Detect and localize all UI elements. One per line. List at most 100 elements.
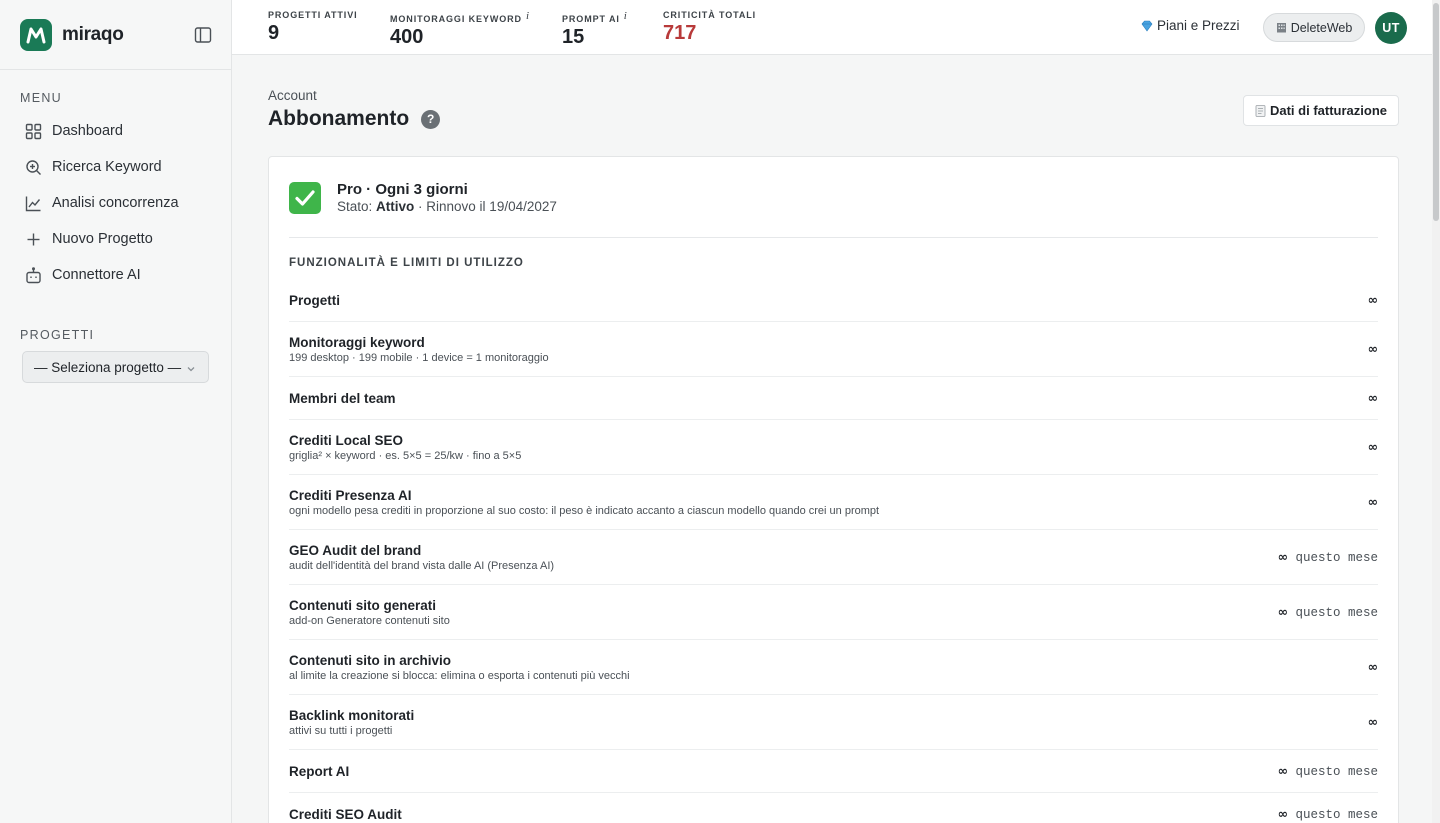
stat-prompt-ai: PROMPT AI i 15 xyxy=(562,10,628,49)
feature-name: Crediti SEO Audit xyxy=(289,806,402,822)
feature-row: Backlink monitorati attivi su tutti i pro… xyxy=(289,695,1378,750)
feature-value: ∞ questo mese xyxy=(1277,549,1378,565)
sidebar-item-label: Analisi concorrenza xyxy=(52,195,179,211)
check-mark-icon xyxy=(289,181,321,214)
plan-name: Pro · Ogni 3 giorni xyxy=(337,181,468,198)
feature-value: ∞ xyxy=(1367,292,1378,307)
feature-description: 199 desktop · 199 mobile · 1 device = 1 … xyxy=(289,351,549,364)
project-select-value: — Seleziona progetto — xyxy=(34,359,182,375)
chevron-down-icon xyxy=(186,362,196,377)
feature-value: ∞ xyxy=(1367,390,1378,405)
building-icon xyxy=(1276,22,1287,33)
feature-description: ogni modello pesa crediti in proporzione… xyxy=(289,504,880,517)
avatar[interactable]: UT xyxy=(1375,12,1407,44)
features-list: Progetti ∞ Monitoraggi keyword 199 deskto… xyxy=(289,279,1378,823)
sidebar-item-label: Dashboard xyxy=(52,123,123,139)
projects-section-label: PROGETTI xyxy=(20,328,95,342)
feature-row: Membri del team ∞ xyxy=(289,377,1378,420)
help-icon[interactable]: ? xyxy=(421,109,441,129)
features-title: FUNZIONALITÀ E LIMITI DI UTILIZZO xyxy=(289,257,524,269)
plan-summary: Pro · Ogni 3 giorni Stato: Attivo · Rinn… xyxy=(289,181,557,214)
plan-status-value: Attivo xyxy=(376,199,415,214)
page-title-text: Abbonamento xyxy=(268,107,410,130)
feature-row: Report AI ∞ questo mese xyxy=(289,750,1378,793)
sidebar-item-label: Connettore AI xyxy=(52,267,141,283)
project-select[interactable]: — Seleziona progetto — xyxy=(22,351,209,383)
feature-row: Contenuti sito in archivio al limite la c… xyxy=(289,640,1378,695)
stat-value: 15 xyxy=(562,26,585,48)
billing-data-button[interactable]: Dati di fatturazione xyxy=(1243,95,1399,126)
plan-text: Pro · Ogni 3 giorni Stato: Attivo · Rinn… xyxy=(337,181,557,214)
stat-label: PROMPT AI i xyxy=(562,10,628,24)
feature-name: Contenuti sito generati xyxy=(289,597,437,613)
grid-icon xyxy=(24,122,42,140)
receipt-icon xyxy=(1255,104,1266,117)
info-icon[interactable]: i xyxy=(526,10,530,22)
feature-value: ∞ xyxy=(1367,659,1378,674)
feature-value: ∞ xyxy=(1367,439,1378,454)
feature-name: Crediti Presenza AI xyxy=(289,487,412,503)
stat-label: PROGETTI ATTIVI xyxy=(268,10,358,20)
sidebar-item-label: Nuovo Progetto xyxy=(52,231,153,247)
robot-icon xyxy=(24,266,42,284)
feature-name: Backlink monitorati xyxy=(289,707,415,723)
feature-name: Monitoraggi keyword xyxy=(289,334,425,350)
plus-icon xyxy=(24,230,42,248)
plan-status: Stato: Attivo · Rinnovo il 19/04/2027 xyxy=(337,199,557,214)
logo-icon[interactable] xyxy=(20,18,52,51)
sidebar-item-label: Ricerca Keyword xyxy=(52,159,162,175)
info-icon[interactable]: i xyxy=(624,10,628,22)
main-content: Account Abbonamento ? Dati di fatturazio… xyxy=(232,56,1440,823)
feature-row: Crediti Local SEO griglia² × keyword · es… xyxy=(289,420,1378,475)
scrollbar-thumb[interactable] xyxy=(1433,3,1439,221)
sidebar-toggle-icon[interactable] xyxy=(194,26,212,44)
feature-description: attivi su tutti i progetti xyxy=(289,724,393,737)
feature-row: Crediti SEO Audit ∞ questo mese xyxy=(289,793,1378,823)
stat-value: 9 xyxy=(268,22,280,44)
stat-label: MONITORAGGI KEYWORD i xyxy=(390,10,530,24)
feature-row: Progetti ∞ xyxy=(289,279,1378,322)
feature-description: add-on Generatore contenuti sito xyxy=(289,614,450,627)
sidebar-item-nuovo-progetto[interactable]: Nuovo Progetto xyxy=(0,221,231,257)
feature-value: ∞ xyxy=(1367,341,1378,356)
feature-value: ∞ questo mese xyxy=(1277,806,1378,822)
pricing-link[interactable]: Piani e Prezzi xyxy=(1141,18,1240,33)
feature-description: audit dell'identità del brand vista dall… xyxy=(289,559,555,572)
feature-row: Monitoraggi keyword 199 desktop · 199 mob… xyxy=(289,322,1378,377)
subscription-card: Pro · Ogni 3 giorni Stato: Attivo · Rinn… xyxy=(268,156,1399,823)
stat-value: 717 xyxy=(663,22,697,44)
divider xyxy=(289,237,1378,238)
top-bar: PROGETTI ATTIVI 9 MONITORAGGI KEYWORD i 4… xyxy=(232,0,1440,55)
sidebar-item-connettore-ai[interactable]: Connettore AI xyxy=(0,257,231,293)
workspace-button[interactable]: DeleteWeb xyxy=(1263,13,1365,42)
sidebar-item-ricerca-keyword[interactable]: Ricerca Keyword xyxy=(0,149,231,185)
feature-name: GEO Audit del brand xyxy=(289,542,422,558)
search-plus-icon xyxy=(24,158,42,176)
breadcrumb[interactable]: Account xyxy=(268,88,317,103)
feature-description: griglia² × keyword · es. 5×5 = 25/kw · f… xyxy=(289,449,522,462)
workspace-label: DeleteWeb xyxy=(1290,20,1353,35)
feature-value: ∞ xyxy=(1367,714,1378,729)
line-chart-icon xyxy=(24,194,42,212)
brand: miraqo xyxy=(0,0,231,70)
feature-value: ∞ questo mese xyxy=(1277,604,1378,620)
feature-name: Crediti Local SEO xyxy=(289,432,404,448)
sidebar-item-dashboard[interactable]: Dashboard xyxy=(0,113,231,149)
plan-renewal: · Rinnovo il 19/04/2027 xyxy=(414,199,557,214)
feature-name: Membri del team xyxy=(289,390,396,406)
feature-value: ∞ xyxy=(1367,494,1378,509)
feature-description: al limite la creazione si blocca: elimin… xyxy=(289,669,630,682)
page-title: Abbonamento ? xyxy=(268,107,441,131)
sidebar-item-analisi-concorrenza[interactable]: Analisi concorrenza xyxy=(0,185,231,221)
stat-value: 400 xyxy=(390,26,424,48)
feature-value: ∞ questo mese xyxy=(1277,763,1378,779)
sidebar-nav: Dashboard Ricerca Keyword Analisi concor… xyxy=(0,113,231,293)
feature-name: Progetti xyxy=(289,292,341,308)
pricing-link-label: Piani e Prezzi xyxy=(1157,18,1240,33)
feature-name: Report AI xyxy=(289,763,350,779)
feature-row: Contenuti sito generati add-on Generatore… xyxy=(289,585,1378,640)
page-scrollbar[interactable] xyxy=(1432,0,1440,823)
menu-section-label: MENU xyxy=(20,91,63,105)
feature-name: Contenuti sito in archivio xyxy=(289,652,452,668)
stat-monitoraggi-keyword: MONITORAGGI KEYWORD i 400 xyxy=(390,10,530,49)
